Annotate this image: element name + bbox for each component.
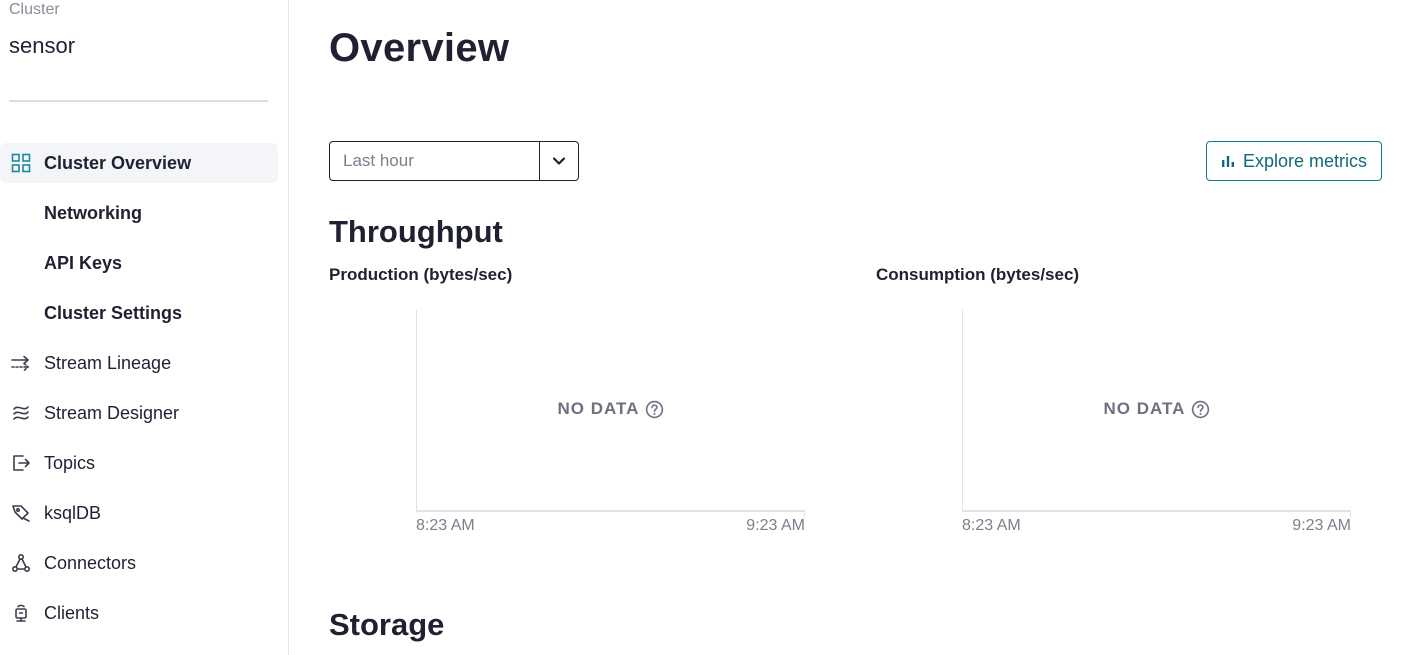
no-data-indicator: NO DATA — [416, 399, 806, 419]
cluster-name[interactable]: sensor — [9, 33, 75, 59]
time-range-dropdown-button[interactable] — [539, 142, 578, 180]
sidebar-item-label: Clients — [44, 603, 100, 623]
connectors-icon — [11, 553, 31, 573]
sidebar-item-ksqldb[interactable]: ksqlDB — [0, 493, 278, 533]
sidebar-divider — [9, 100, 268, 102]
x-tick-start: 8:23 AM — [962, 517, 1021, 534]
sidebar-item-cluster-settings[interactable]: Cluster Settings — [0, 293, 278, 333]
sidebar-item-label: Cluster Overview — [44, 153, 192, 173]
production-chart-label: Production (bytes/sec) — [329, 265, 513, 284]
no-data-text: NO DATA — [1103, 399, 1186, 418]
sidebar-item-label: API Keys — [44, 253, 123, 273]
bar-chart-icon — [1221, 156, 1234, 167]
no-data-text: NO DATA — [557, 399, 640, 418]
help-circle-icon[interactable] — [645, 400, 664, 419]
chart-x-axis — [962, 510, 1351, 512]
sidebar-item-topics[interactable]: Topics — [0, 443, 278, 483]
sidebar-item-cluster-overview[interactable]: Cluster Overview — [0, 143, 278, 183]
sidebar-item-label: Cluster Settings — [44, 303, 183, 323]
lineage-arrows-icon — [11, 355, 30, 372]
sidebar-item-label: Networking — [44, 203, 143, 223]
cluster-caption: Cluster — [9, 1, 60, 18]
sidebar-item-networking[interactable]: Networking — [0, 193, 278, 233]
sidebar-item-label: Stream Lineage — [44, 353, 172, 373]
sidebar-item-stream-lineage[interactable]: Stream Lineage — [0, 343, 278, 383]
stream-designer-icon — [13, 406, 29, 420]
sidebar-item-clients[interactable]: Clients — [0, 593, 278, 633]
page-title: Overview — [329, 26, 510, 70]
sidebar: Cluster sensor Cluster Overview Networki… — [0, 0, 289, 655]
production-chart: NO DATA 8:23 AM 9:23 AM — [416, 310, 806, 536]
sidebar-item-connectors[interactable]: Connectors — [0, 543, 278, 583]
sidebar-item-label: ksqlDB — [44, 503, 102, 523]
sidebar-item-label: Topics — [44, 453, 96, 473]
time-range-value[interactable]: Last hour — [330, 142, 539, 180]
consumption-chart: NO DATA 8:23 AM 9:23 AM — [962, 310, 1352, 536]
chevron-down-icon — [552, 157, 566, 165]
throughput-title: Throughput — [329, 214, 503, 249]
consumption-chart-label: Consumption (bytes/sec) — [876, 265, 1080, 284]
clients-icon — [15, 604, 27, 622]
help-circle-icon[interactable] — [1191, 400, 1210, 419]
time-range-select[interactable]: Last hour — [329, 141, 579, 181]
x-tick-end: 9:23 AM — [746, 517, 805, 534]
ksqldb-icon — [12, 505, 30, 522]
sidebar-item-label: Connectors — [44, 553, 137, 573]
no-data-indicator: NO DATA — [962, 399, 1352, 419]
storage-title: Storage — [329, 607, 445, 642]
sidebar-item-stream-designer[interactable]: Stream Designer — [0, 393, 278, 433]
explore-metrics-label: Explore metrics — [1242, 150, 1368, 171]
topics-icon — [13, 455, 30, 471]
x-tick-start: 8:23 AM — [416, 517, 475, 534]
sidebar-item-label: Stream Designer — [44, 403, 180, 423]
explore-metrics-button[interactable]: Explore metrics — [1206, 141, 1382, 181]
grid-icon — [11, 153, 31, 173]
sidebar-item-api-keys[interactable]: API Keys — [0, 243, 278, 283]
x-tick-end: 9:23 AM — [1292, 517, 1351, 534]
chart-x-axis — [416, 510, 805, 512]
